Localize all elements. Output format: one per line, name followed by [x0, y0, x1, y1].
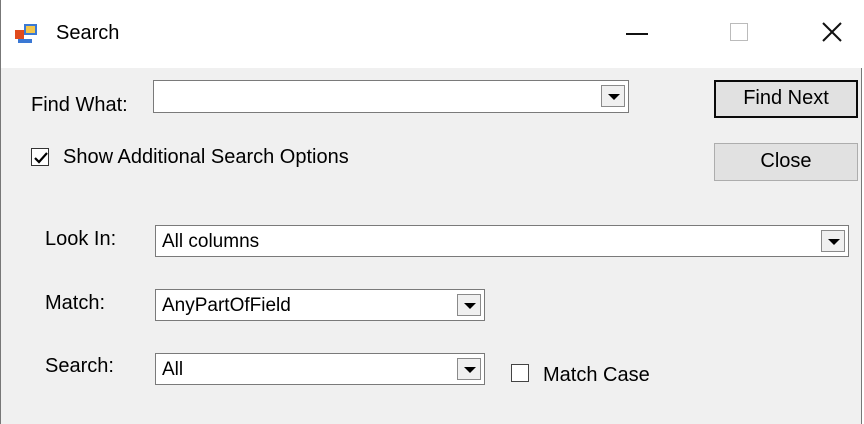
maximize-icon[interactable]: [730, 23, 748, 41]
search-scope-value[interactable]: All: [162, 358, 183, 382]
search-scope-combobox[interactable]: All: [155, 353, 485, 385]
look-in-value[interactable]: All columns: [162, 230, 259, 254]
find-what-label: Find What:: [31, 94, 128, 116]
chevron-down-icon[interactable]: [457, 358, 481, 380]
match-label: Match:: [45, 292, 106, 314]
search-label: Search:: [45, 355, 114, 377]
match-case-checkbox[interactable]: [511, 364, 529, 382]
chevron-down-icon[interactable]: [821, 230, 845, 252]
title-bar[interactable]: Search: [1, 0, 863, 68]
minimize-icon[interactable]: [626, 33, 648, 35]
search-window-icon: [15, 24, 37, 44]
look-in-label: Look In:: [45, 228, 117, 250]
checkmark-icon: [34, 152, 48, 164]
find-what-combobox[interactable]: [153, 80, 629, 113]
close-button[interactable]: Close: [714, 143, 858, 181]
show-additional-options-label[interactable]: Show Additional Search Options: [63, 145, 349, 169]
look-in-combobox[interactable]: All columns: [155, 225, 849, 257]
chevron-down-icon[interactable]: [601, 85, 625, 107]
match-combobox[interactable]: AnyPartOfField: [155, 289, 485, 321]
show-additional-options-checkbox[interactable]: [31, 148, 49, 166]
window-title: Search: [56, 22, 120, 44]
find-next-button[interactable]: Find Next: [714, 80, 858, 118]
match-case-label[interactable]: Match Case: [543, 363, 650, 387]
search-dialog: Search Find What: Find Next Close Show A…: [0, 0, 863, 424]
close-icon[interactable]: [817, 17, 847, 47]
match-value[interactable]: AnyPartOfField: [162, 294, 291, 318]
chevron-down-icon[interactable]: [457, 294, 481, 316]
